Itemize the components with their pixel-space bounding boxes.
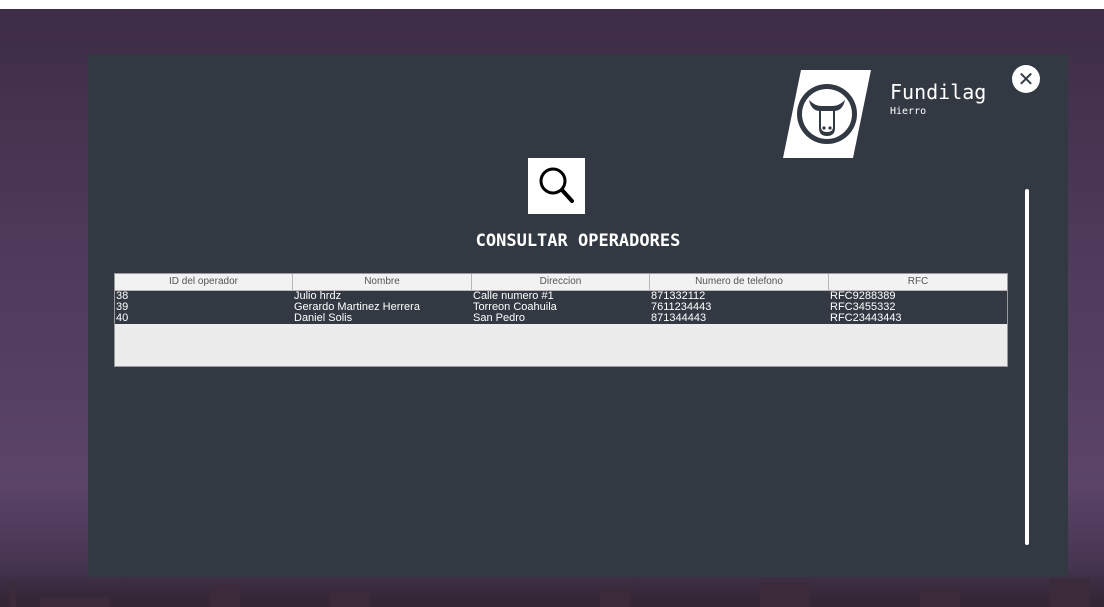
column-header[interactable]: RFC <box>829 274 1007 290</box>
table-cell: Gerardo Martinez Herrera <box>294 302 420 313</box>
table-cell: RFC9288389 <box>830 291 896 302</box>
brand-name: Fundilag <box>890 80 987 104</box>
table-cell: 871332112 <box>651 291 706 302</box>
table-cell: Julio hrdz <box>294 291 342 302</box>
table-cell: Daniel Solis <box>294 313 353 324</box>
page-title: CONSULTAR OPERADORES <box>475 231 681 251</box>
table-cell: 39 <box>116 302 129 313</box>
search-button[interactable] <box>528 158 585 214</box>
column-header[interactable]: Nombre <box>293 274 472 290</box>
table-row[interactable]: 39 Gerardo Martinez Herrera Torreon Coah… <box>115 302 1007 313</box>
table-row[interactable]: 38 Julio hrdz Calle numero #1 871332112 … <box>115 291 1007 302</box>
search-icon <box>539 167 574 203</box>
table-cell: Calle numero #1 <box>473 291 554 302</box>
column-header[interactable]: Direccion <box>472 274 650 290</box>
close-button[interactable]: ✕ <box>1012 65 1040 93</box>
column-header[interactable]: Numero de telefono <box>650 274 829 290</box>
table-cell: 871344443 <box>651 313 707 324</box>
table-cell: RFC23443443 <box>830 313 902 324</box>
table-row[interactable]: 40 Daniel Solis San Pedro 871344443 RFC2… <box>115 313 1007 324</box>
table-cell: 7611234443 <box>651 302 712 313</box>
bull-logo-icon <box>783 70 871 158</box>
table-cell: San Pedro <box>473 313 525 324</box>
table-cell: 40 <box>116 313 129 324</box>
table-header: ID del operador Nombre Direccion Numero … <box>115 274 1007 291</box>
vertical-scrollbar[interactable] <box>1025 189 1029 545</box>
operators-table[interactable]: ID del operador Nombre Direccion Numero … <box>114 273 1008 367</box>
table-cell: 38 <box>116 291 129 302</box>
column-header[interactable]: ID del operador <box>115 274 293 290</box>
table-cell: RFC3455332 <box>830 302 896 313</box>
close-icon: ✕ <box>1017 67 1035 91</box>
window-top-edge <box>0 0 1104 9</box>
brand-subtitle: Hierro <box>890 106 927 117</box>
brand-block: Fundilag Hierro <box>890 80 986 119</box>
table-cell: Torreon Coahuila <box>473 302 557 313</box>
